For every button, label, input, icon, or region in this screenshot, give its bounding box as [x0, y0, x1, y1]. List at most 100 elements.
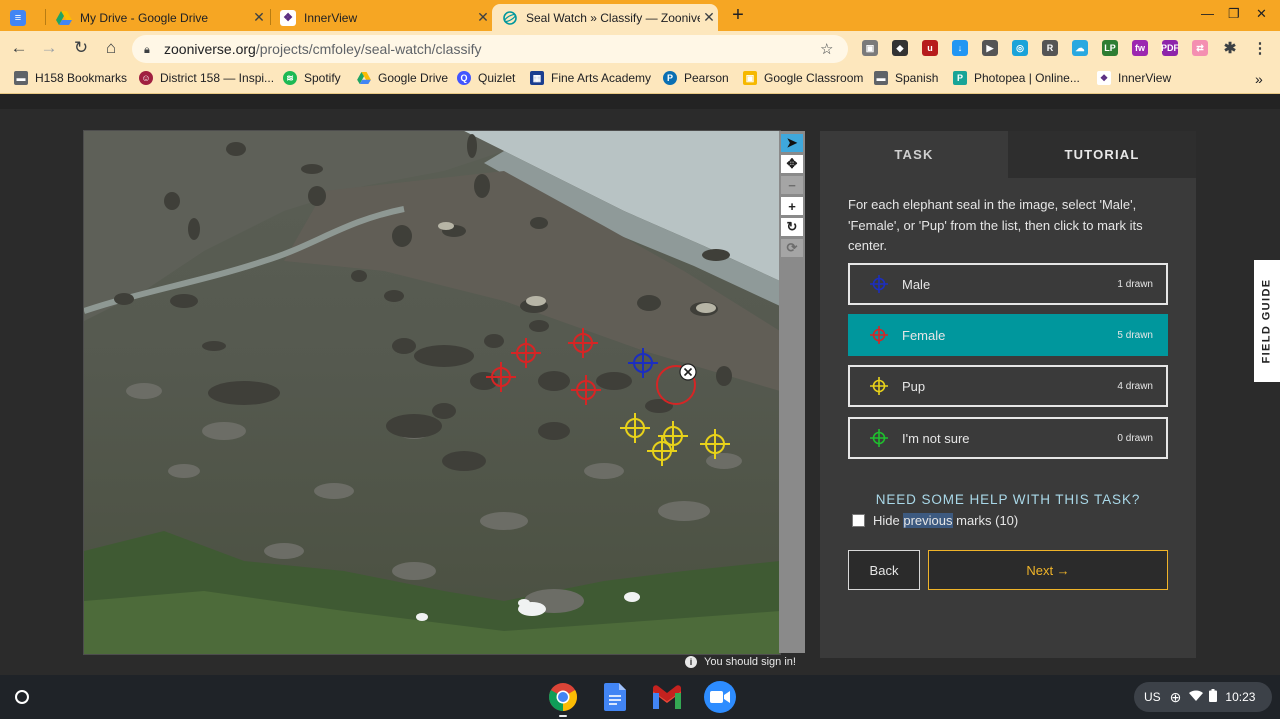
field-guide-tab[interactable]: FIELD GUIDE: [1254, 260, 1280, 382]
tab-tutorial[interactable]: TUTORIAL: [1008, 131, 1196, 178]
bookmark-item[interactable]: ≋ Spotify: [283, 71, 341, 85]
extension-icon[interactable]: R: [1042, 40, 1058, 56]
bookmark-item[interactable]: P Pearson: [663, 71, 729, 85]
extensions-puzzle-icon[interactable]: ✱: [1222, 40, 1238, 57]
tab-seal-watch[interactable]: Seal Watch » Classify — Zooniverse ✕: [492, 4, 718, 31]
next-button[interactable]: Next →: [928, 550, 1168, 590]
choice-female[interactable]: Female 5 drawn: [848, 314, 1168, 356]
extension-icon[interactable]: ◆: [892, 40, 908, 56]
subject-image-viewer[interactable]: [83, 130, 781, 655]
choice-count: 5 drawn: [1117, 329, 1153, 341]
tab-title: Seal Watch » Classify — Zooniverse: [526, 10, 700, 25]
bookmark-item[interactable]: P Photopea | Online...: [953, 71, 1080, 85]
pan-icon[interactable]: ✥: [781, 155, 803, 173]
gmail-icon[interactable]: [651, 681, 683, 713]
extension-icon[interactable]: fw: [1132, 40, 1148, 56]
bookmark-star-icon[interactable]: ☆: [820, 40, 840, 58]
choice-count: 0 drawn: [1117, 432, 1153, 444]
extension-icon[interactable]: ☁: [1072, 40, 1088, 56]
choice-label: Pup: [902, 378, 926, 394]
tab-task[interactable]: TASK: [820, 131, 1008, 178]
bookmarks-overflow-icon[interactable]: »: [1255, 71, 1263, 87]
hide-marks-toggle[interactable]: Hide previous marks (10): [852, 513, 1018, 528]
bookmark-item[interactable]: Q Quizlet: [457, 71, 515, 85]
crosshair-icon: [870, 377, 888, 395]
forward-arrow-icon[interactable]: →: [38, 37, 60, 59]
tab-innerview[interactable]: ❖ InnerView ✕: [270, 4, 492, 31]
close-tab-icon[interactable]: ✕: [250, 9, 268, 26]
photopea-icon: P: [953, 71, 967, 85]
restore-icon[interactable]: ❐: [1228, 6, 1240, 22]
minimize-icon[interactable]: —: [1201, 6, 1214, 21]
choice-pup[interactable]: Pup 4 drawn: [848, 365, 1168, 407]
rotate-icon[interactable]: ↻: [781, 218, 803, 236]
chrome-icon[interactable]: [547, 681, 579, 713]
bookmark-item[interactable]: ▣ Google Classroom: [743, 71, 863, 85]
tab-title: InnerView: [304, 10, 358, 25]
status-tray[interactable]: US ⊕ 10:23: [1134, 682, 1272, 712]
bookmark-item[interactable]: Google Drive: [357, 71, 448, 85]
crosshair-icon: [870, 429, 888, 447]
back-button[interactable]: Back: [848, 550, 920, 590]
close-tab-icon[interactable]: ✕: [700, 9, 718, 26]
subject-image[interactable]: [84, 131, 780, 654]
chromeos-shelf: US ⊕ 10:23: [0, 675, 1280, 719]
signin-notice[interactable]: i You should sign in!: [685, 656, 796, 668]
reload-icon[interactable]: ↻: [70, 37, 92, 59]
extension-icon[interactable]: LP: [1102, 40, 1118, 56]
bookmark-item[interactable]: ☺ District 158 — Inspi...: [139, 71, 274, 85]
extension-icon[interactable]: ↓: [952, 40, 968, 56]
pinned-tab-docs[interactable]: ≡: [0, 4, 50, 31]
wifi-icon: [1189, 690, 1204, 704]
extension-icon[interactable]: ▣: [862, 40, 878, 56]
zoom-out-icon[interactable]: −: [781, 176, 803, 194]
active-app-indicator: [559, 715, 567, 717]
crosshair-icon: [870, 275, 888, 293]
extension-icon[interactable]: ◎: [1012, 40, 1028, 56]
bookmark-item[interactable]: ▬ H158 Bookmarks: [14, 71, 127, 85]
district-icon: ☺: [139, 71, 153, 85]
browser-tabstrip: ≡ My Drive - Google Drive ✕ ❖ InnerView …: [0, 0, 1280, 31]
image-toolbar: ➤ ✥ − + ↻ ⟳: [779, 131, 805, 653]
pointer-icon[interactable]: ➤: [781, 134, 803, 152]
new-tab-button[interactable]: +: [728, 5, 748, 25]
close-window-icon[interactable]: ✕: [1256, 6, 1267, 22]
address-bar[interactable]: 🔒︎ zooniverse.org/projects/cmfoley/seal-…: [132, 35, 848, 63]
extension-icon[interactable]: ▶: [982, 40, 998, 56]
choice-male[interactable]: Male 1 drawn: [848, 263, 1168, 305]
panel-tabs: TASK TUTORIAL: [820, 131, 1196, 178]
url-text[interactable]: zooniverse.org/projects/cmfoley/seal-wat…: [164, 41, 820, 57]
zoom-icon[interactable]: [704, 681, 736, 713]
launcher-icon[interactable]: [11, 686, 33, 708]
extension-icon[interactable]: u: [922, 40, 938, 56]
bookmark-item[interactable]: ▦ Fine Arts Academy: [530, 71, 651, 85]
innerview-icon: ❖: [1097, 71, 1111, 85]
back-arrow-icon[interactable]: ←: [8, 37, 30, 59]
google-drive-icon: [357, 71, 371, 85]
hide-marks-checkbox[interactable]: [852, 514, 865, 527]
close-tab-icon[interactable]: ✕: [474, 9, 492, 26]
spotify-icon: ≋: [283, 71, 297, 85]
zooniverse-icon: [502, 10, 518, 26]
choice-label: Male: [902, 276, 931, 292]
choice-label: Female: [902, 327, 946, 343]
choice-not-sure[interactable]: I'm not sure 0 drawn: [848, 417, 1168, 459]
innerview-icon: ❖: [280, 9, 296, 26]
bookmark-item[interactable]: ▬ Spanish: [874, 71, 938, 85]
bookmark-item[interactable]: ❖ InnerView: [1097, 71, 1171, 85]
bookmarks-bar: ▬ H158 Bookmarks ☺ District 158 — Inspi...…: [0, 65, 1280, 94]
google-docs-icon[interactable]: [599, 681, 631, 713]
reset-icon[interactable]: ⟳: [781, 239, 803, 257]
extension-icon[interactable]: PDF: [1161, 40, 1179, 56]
tab-google-drive[interactable]: My Drive - Google Drive ✕: [46, 4, 268, 31]
quizlet-icon: Q: [457, 71, 471, 85]
classroom-icon: ▣: [743, 71, 757, 85]
home-icon[interactable]: ⌂: [100, 37, 122, 59]
choice-label: I'm not sure: [902, 430, 970, 446]
input-locale: US: [1144, 690, 1161, 704]
google-docs-icon: ≡: [10, 9, 26, 26]
help-link[interactable]: NEED SOME HELP WITH THIS TASK?: [820, 492, 1196, 507]
menu-kebab-icon[interactable]: ⋮: [1252, 40, 1268, 57]
extension-icon[interactable]: ⇄: [1192, 40, 1208, 56]
zoom-in-icon[interactable]: +: [781, 197, 803, 215]
